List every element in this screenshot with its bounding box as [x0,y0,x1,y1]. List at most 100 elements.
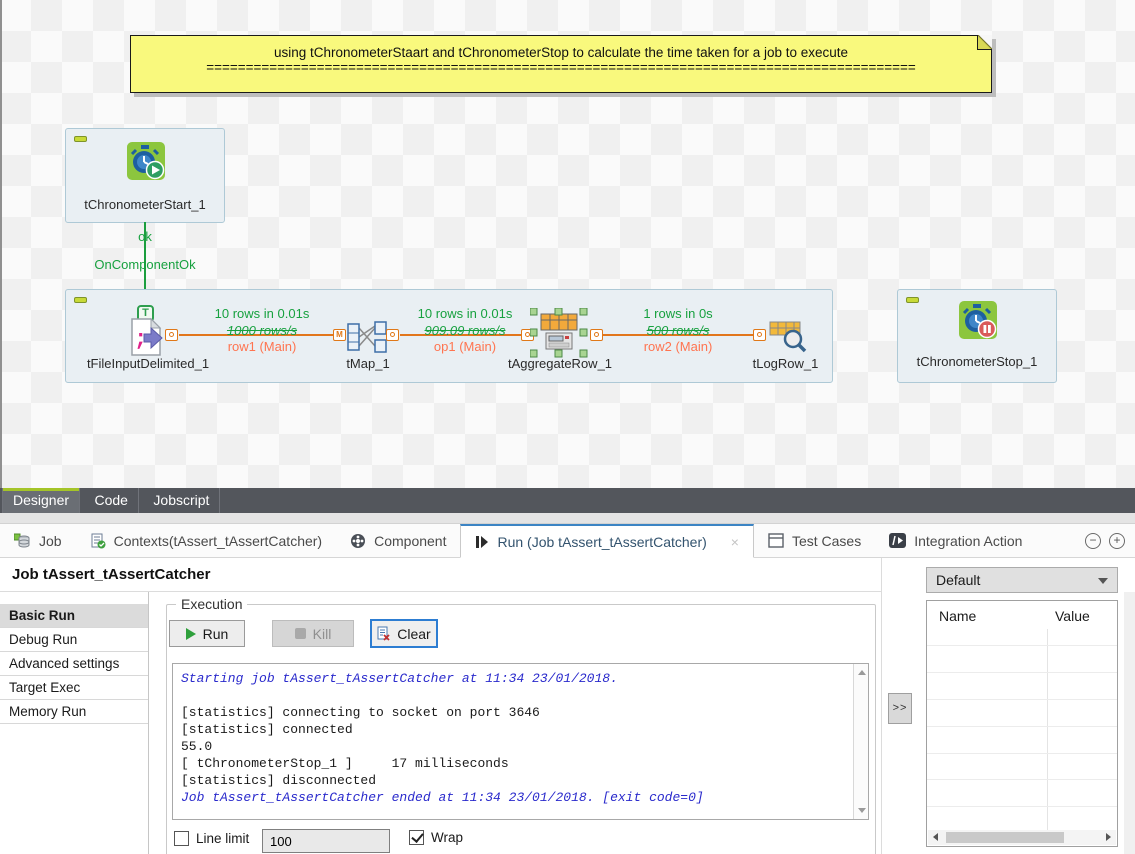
clear-button-label: Clear [397,626,430,642]
row-rate: 909.09 rows/s [390,323,540,338]
table-row-line [927,645,1117,646]
console-scrollbar[interactable] [853,664,868,819]
taggregaterow-icon[interactable] [530,308,588,358]
run-sidebar: Basic Run Debug Run Advanced settings Ta… [0,592,149,854]
row-name: row1 (Main) [182,339,342,354]
clear-icon [377,626,390,641]
scroll-right-icon[interactable] [1106,833,1111,841]
tab-run[interactable]: Run (Job tAssert_tAssertCatcher) × [460,524,753,558]
status-indicator [74,136,87,142]
row-rate: 1000 rows/s [182,323,342,338]
row-name: row2 (Main) [598,339,758,354]
console-line: 55.0 [181,738,844,755]
run-button[interactable]: Run [169,620,245,647]
tab-test-cases-label: Test Cases [792,533,861,549]
component-label: tAggregateRow_1 [478,356,642,371]
maximize-panel-icon[interactable]: + [1109,533,1125,549]
column-header-name[interactable]: Name [939,608,976,624]
sidebar-item-target-exec[interactable]: Target Exec [0,676,148,700]
status-indicator [74,297,87,303]
table-hscrollbar[interactable] [928,830,1116,845]
component-tchronometerstart[interactable]: tChronometerStart_1 [65,128,225,223]
component-label: tLogRow_1 [728,356,843,371]
table-row-line [927,672,1117,673]
console-line [181,687,844,704]
context-select[interactable]: Default [926,567,1118,593]
expand-context-button[interactable]: >> [888,693,912,724]
sidebar-item-memory-run[interactable]: Memory Run [0,700,148,724]
clear-button[interactable]: Clear [370,619,438,648]
scroll-left-icon[interactable] [933,833,938,841]
component-icon [350,533,366,549]
connector-icon[interactable] [165,329,178,341]
panel-divider [881,558,882,854]
tab-job[interactable]: Job [0,524,76,557]
tab-jobscript[interactable]: Jobscript [143,488,220,513]
row-stats: 1 rows in 0s [598,306,758,321]
connector-icon[interactable]: M [333,329,346,341]
row-stats: 10 rows in 0.01s [390,306,540,321]
scrollbar-thumb[interactable] [946,832,1064,843]
table-row-line [927,779,1117,780]
table-row-line [927,699,1117,700]
wrap-checkbox[interactable] [409,830,424,845]
talend-studio-window: using tChronometerStaart and tChronomete… [0,0,1135,854]
page-title: Job tAssert_tAssertCatcher [12,566,210,583]
line-limit-label: Line limit [196,831,249,846]
tab-run-label: Run (Job tAssert_tAssertCatcher) [497,534,706,550]
component-tchronometerstop[interactable]: tChronometerStop_1 [897,289,1057,383]
stop-icon [295,628,306,639]
sidebar-item-debug-run[interactable]: Debug Run [0,628,148,652]
sidebar-item-advanced-settings[interactable]: Advanced settings [0,652,148,676]
file-input-delimited-icon[interactable]: ; [127,317,165,357]
tab-designer[interactable]: Designer [2,488,80,513]
scroll-up-icon[interactable] [858,670,866,675]
tab-integration-action[interactable]: Integration Action [875,524,1036,557]
designer-tab-bar: Designer Code Jobscript [0,488,1135,513]
table-row-line [927,726,1117,727]
run-view-header: Job tAssert_tAssertCatcher [0,558,881,592]
view-tab-row: Job Contexts(tAssert_tAssertCatcher) Com… [0,524,1135,558]
status-indicator [906,297,919,303]
tab-component-label: Component [374,533,446,549]
trigger-label-short: ok [95,229,195,244]
tab-code[interactable]: Code [84,488,138,513]
tab-integration-action-label: Integration Action [914,533,1022,549]
tab-contexts[interactable]: Contexts(tAssert_tAssertCatcher) [76,524,337,557]
console-line: [statistics] connected [181,721,844,738]
chronometer-stop-icon[interactable] [959,301,997,339]
tab-contexts-label: Contexts(tAssert_tAssertCatcher) [114,533,323,549]
tab-test-cases[interactable]: Test Cases [754,524,875,557]
run-tab-icon [475,535,489,549]
console-line: [ tChronometerStop_1 ] 17 milliseconds [181,755,844,772]
row-stats: 10 rows in 0.01s [182,306,342,321]
row-rate: 500 rows/s [598,323,758,338]
line-limit-input[interactable] [262,829,390,853]
close-icon[interactable]: × [731,534,739,550]
column-divider [1047,629,1048,830]
context-select-value: Default [936,572,980,588]
execution-console[interactable]: Starting job tAssert_tAssertCatcher at 1… [172,663,869,820]
job-designer-canvas[interactable]: using tChronometerStaart and tChronomete… [0,0,1135,488]
kill-button[interactable]: Kill [272,620,354,647]
job-icon [14,533,31,549]
sticky-note[interactable]: using tChronometerStaart and tChronomete… [130,35,992,93]
note-text: using tChronometerStaart and tChronomete… [131,45,991,60]
divider-strip [0,513,1135,524]
context-variables-table[interactable]: Name Value [926,600,1118,847]
tab-job-label: Job [39,533,62,549]
component-label: tChronometerStop_1 [898,354,1056,369]
tmap-icon[interactable] [347,321,387,353]
connector-icon[interactable] [753,329,766,341]
console-line: [statistics] disconnected [181,772,844,789]
tlogrow-icon[interactable] [768,320,808,354]
wrap-label: Wrap [431,830,463,845]
console-line: Job tAssert_tAssertCatcher ended at 11:3… [181,789,844,806]
tab-component[interactable]: Component [336,524,460,557]
minimize-panel-icon[interactable]: − [1085,533,1101,549]
column-header-value[interactable]: Value [1055,608,1090,624]
sidebar-item-basic-run[interactable]: Basic Run [0,604,148,628]
line-limit-checkbox[interactable] [174,831,189,846]
scroll-down-icon[interactable] [858,808,866,813]
chronometer-start-icon[interactable] [127,142,165,180]
